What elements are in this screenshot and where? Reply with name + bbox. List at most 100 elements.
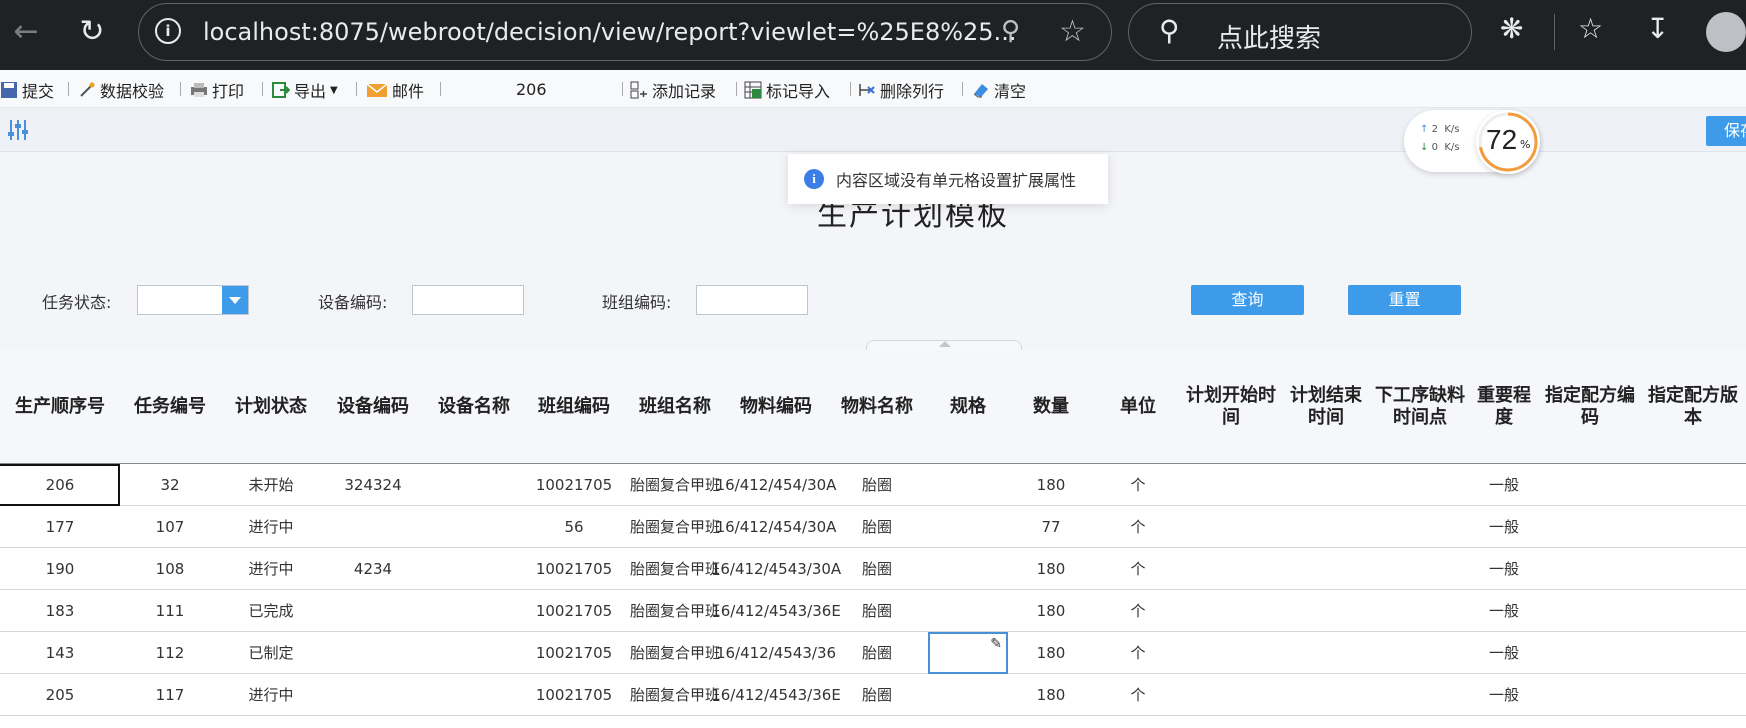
table-cell[interactable] [1280,632,1372,674]
table-cell[interactable] [1182,632,1280,674]
table-cell[interactable]: 32 [120,464,220,506]
table-cell[interactable] [322,506,424,548]
table-cell[interactable] [1640,674,1746,716]
export-button[interactable]: 导出 ▼ [272,78,338,102]
search-box[interactable]: ⚲ 点此搜索 [1128,3,1472,61]
column-header[interactable]: 设备编码 [322,350,424,464]
table-cell[interactable]: 183 [0,590,120,632]
column-header[interactable]: 指定配方版本 [1640,350,1746,464]
table-cell[interactable] [1540,548,1640,590]
extensions-icon[interactable]: ❋ [1500,12,1523,45]
query-button[interactable]: 查询 [1191,285,1304,315]
table-cell[interactable] [1372,506,1468,548]
table-cell[interactable]: 108 [120,548,220,590]
profile-avatar[interactable] [1706,12,1746,52]
table-cell[interactable] [928,590,1008,632]
table-cell[interactable]: 16/412/4543/36 [716,632,836,674]
table-cell[interactable]: 一般 [1468,464,1540,506]
table-cell[interactable]: 胎圈 [826,674,928,716]
table-cell[interactable]: 180 [1008,632,1094,674]
table-cell[interactable] [1540,464,1640,506]
table-cell[interactable]: 个 [1094,716,1182,728]
table-cell[interactable] [1372,716,1468,728]
table-cell[interactable]: 117 [120,674,220,716]
column-header[interactable]: 班组名称 [624,350,726,464]
table-cell[interactable]: 未开始 [220,464,322,506]
add-record-button[interactable]: 添加记录 [630,78,716,102]
table-cell[interactable] [424,632,524,674]
table-cell[interactable] [524,716,624,728]
table-cell[interactable] [424,506,524,548]
column-header[interactable]: 计划状态 [220,350,322,464]
table-cell[interactable]: 进行中 [220,548,322,590]
table-cell[interactable]: 个 [1094,590,1182,632]
table-cell[interactable]: 已完成 [220,590,322,632]
table-cell[interactable] [424,548,524,590]
address-bar[interactable]: i localhost:8075/webroot/decision/view/r… [138,3,1112,61]
table-cell[interactable]: 10021705 [524,464,624,506]
team-code-input[interactable] [696,285,808,315]
table-cell[interactable]: 180 [1008,548,1094,590]
table-cell[interactable] [1280,674,1372,716]
table-cell[interactable]: 16/412/454/30A [716,506,837,548]
table-cell[interactable]: 118 [120,716,220,728]
table-cell[interactable] [1372,464,1468,506]
table-cell[interactable] [928,464,1008,506]
table-cell[interactable] [1182,548,1280,590]
table-cell[interactable]: 77 [1008,506,1094,548]
memory-gauge[interactable]: 72 % [1476,110,1540,174]
mail-button[interactable]: 邮件 [366,78,424,102]
delete-row-button[interactable]: 删除列行 [858,78,944,102]
zoom-out-icon[interactable]: ⚲ [1001,16,1020,46]
collapse-toggle[interactable] [866,340,1022,350]
table-cell[interactable]: 177 [0,506,120,548]
table-cell[interactable]: 16/412/4543/30A [711,548,841,590]
table-cell[interactable]: 一般 [1468,590,1540,632]
table-cell[interactable]: 205 [0,674,120,716]
column-header[interactable]: 设备名称 [424,350,524,464]
table-cell[interactable] [1372,548,1468,590]
dropdown-arrow-icon[interactable] [222,286,248,314]
table-cell[interactable] [1280,590,1372,632]
table-cell[interactable]: 324324 [322,464,424,506]
device-code-input[interactable] [412,285,524,315]
table-cell[interactable] [424,590,524,632]
submit-button[interactable]: 提交 [0,78,54,102]
table-cell[interactable] [1280,548,1372,590]
reload-icon[interactable]: ↻ [72,12,112,52]
back-icon[interactable]: ← [6,12,46,52]
table-cell[interactable]: 143 [0,632,120,674]
table-cell[interactable] [1640,548,1746,590]
column-header[interactable]: 生产顺序号 [0,350,120,464]
column-header[interactable]: 数量 [1008,350,1094,464]
table-cell[interactable]: 180 [1008,464,1094,506]
table-cell[interactable] [424,716,524,728]
table-cell[interactable]: 16/412/4543/36E [711,674,841,716]
table-cell[interactable]: 个 [1094,506,1182,548]
table-cell[interactable] [1280,716,1372,728]
page-number-field[interactable]: 206 [516,80,547,99]
table-cell[interactable]: 90 [1008,716,1094,728]
table-cell[interactable] [1540,590,1640,632]
table-cell[interactable]: 胎圈 [826,632,928,674]
table-cell[interactable]: 141 [726,716,826,728]
table-cell[interactable] [1182,506,1280,548]
table-cell[interactable] [1640,506,1746,548]
column-header[interactable]: 计划开始时间 [1182,350,1280,464]
table-cell[interactable]: 一般 [1468,674,1540,716]
table-cell[interactable] [1540,632,1640,674]
table-cell[interactable]: 进行中 [220,674,322,716]
table-cell[interactable] [424,674,524,716]
column-header[interactable]: 班组编码 [524,350,624,464]
table-cell[interactable] [424,464,524,506]
table-cell[interactable]: 16/412/4543/36E [711,590,841,632]
reset-button[interactable]: 重置 [1348,285,1461,315]
table-cell[interactable]: 一般 [1468,632,1540,674]
table-cell[interactable] [1372,632,1468,674]
table-cell[interactable] [1372,590,1468,632]
table-cell[interactable] [322,716,424,728]
column-header[interactable]: 下工序缺料时间点 [1372,350,1468,464]
downloads-icon[interactable]: ↧ [1646,12,1669,45]
column-header[interactable]: 计划结束时间 [1280,350,1372,464]
table-cell[interactable]: 进行中 [220,506,322,548]
